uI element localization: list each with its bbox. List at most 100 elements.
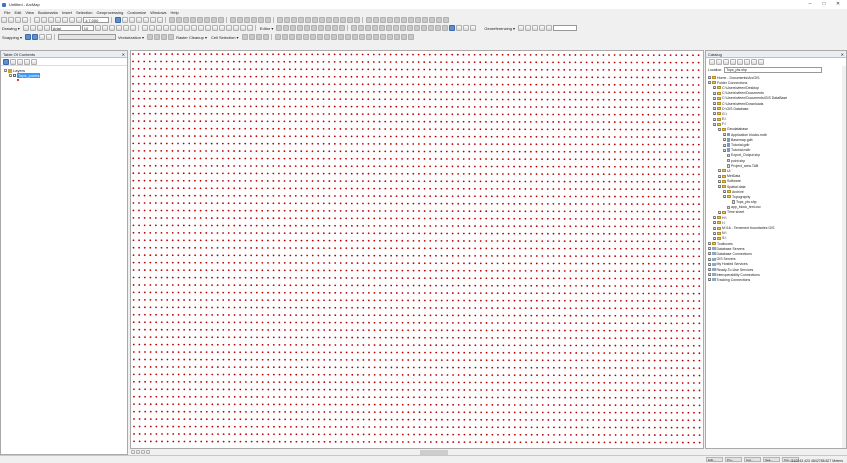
spatial-adjust-icon[interactable]: [316, 34, 323, 40]
advanced-edit-icon[interactable]: [366, 17, 372, 23]
layout-tool-icon[interactable]: [169, 17, 175, 23]
topology-tool-icon[interactable]: [284, 17, 290, 23]
toc-close-icon[interactable]: ✕: [122, 51, 125, 58]
georef-tool-icon[interactable]: [525, 25, 532, 31]
spatial-adjust-icon[interactable]: [295, 34, 302, 40]
georef-tool-icon[interactable]: [463, 25, 470, 31]
edit-tool-icon[interactable]: [265, 17, 271, 23]
map-scale-combo[interactable]: 1:7,000: [83, 17, 109, 23]
spatial-adjust-icon[interactable]: [309, 34, 316, 40]
font-color-icon[interactable]: [115, 25, 122, 31]
raster-cleanup-menu[interactable]: Raster Cleanup ▾: [176, 35, 207, 40]
georef-tool-icon[interactable]: [358, 25, 365, 31]
topology-tool-icon[interactable]: [333, 17, 339, 23]
map-display[interactable]: [130, 50, 704, 449]
edit-tool-icon[interactable]: [297, 25, 304, 31]
select-elements-icon[interactable]: [22, 25, 29, 31]
vectorization-tool-icon[interactable]: [154, 34, 161, 40]
topology-tool-icon[interactable]: [298, 17, 304, 23]
pan-icon[interactable]: [155, 25, 162, 31]
menu-customize[interactable]: Customize: [127, 10, 146, 15]
spatial-adjust-icon[interactable]: [407, 34, 414, 40]
georef-tool-icon[interactable]: [393, 25, 400, 31]
add-data-icon[interactable]: [76, 17, 82, 23]
edit-tool-icon[interactable]: [318, 25, 325, 31]
font-name-combo[interactable]: Arial: [50, 25, 81, 31]
arctoolbox-icon[interactable]: [143, 17, 149, 23]
undo-icon[interactable]: [62, 17, 68, 23]
layout-tool-icon[interactable]: [176, 17, 182, 23]
cell-selection-tool-icon[interactable]: [241, 34, 248, 40]
print-icon[interactable]: [22, 17, 28, 23]
spatial-adjust-icon[interactable]: [379, 34, 386, 40]
georef-tool-icon[interactable]: [421, 25, 428, 31]
rotate-icon[interactable]: [29, 25, 36, 31]
edit-tool-icon[interactable]: [339, 25, 346, 31]
topology-tool-icon[interactable]: [340, 17, 346, 23]
edit-tool-icon[interactable]: [283, 25, 290, 31]
paste-icon[interactable]: [48, 17, 54, 23]
topology-tool-icon[interactable]: [354, 17, 360, 23]
zoom-out-icon[interactable]: [148, 25, 155, 31]
advanced-edit-icon[interactable]: [394, 17, 400, 23]
menu-help[interactable]: Help: [171, 10, 179, 15]
fixed-zoom-in-icon[interactable]: [169, 25, 176, 31]
list-by-selection-icon[interactable]: [24, 58, 30, 65]
advanced-edit-icon[interactable]: [436, 17, 442, 23]
spatial-adjust-icon[interactable]: [351, 34, 358, 40]
vectorization-tool-icon[interactable]: [161, 34, 168, 40]
advanced-edit-icon[interactable]: [422, 17, 428, 23]
georef-tool-icon[interactable]: [428, 25, 435, 31]
vectorization-tool-icon[interactable]: [168, 34, 175, 40]
layout-tool-icon[interactable]: [197, 17, 203, 23]
clear-selection-icon[interactable]: [204, 25, 211, 31]
layout-tool-icon[interactable]: [190, 17, 196, 23]
collapse-icon[interactable]: -: [9, 74, 12, 78]
hyperlink-icon[interactable]: [239, 25, 246, 31]
search-window-icon[interactable]: [136, 17, 142, 23]
advanced-edit-icon[interactable]: [408, 17, 414, 23]
advanced-edit-icon[interactable]: [380, 17, 386, 23]
editor-menu[interactable]: Editor ▾: [260, 26, 274, 31]
point-snapping-icon[interactable]: [25, 34, 32, 40]
edit-tool-icon[interactable]: [258, 17, 264, 23]
back-extent-icon[interactable]: [183, 25, 190, 31]
menu-windows[interactable]: Windows: [150, 10, 166, 15]
text-icon[interactable]: [43, 25, 50, 31]
layout-tool-icon[interactable]: [183, 17, 189, 23]
collapse-icon[interactable]: -: [4, 69, 7, 73]
topology-tool-icon[interactable]: [277, 17, 283, 23]
cell-selection-tool-icon[interactable]: [262, 34, 269, 40]
end-snapping-icon[interactable]: [32, 34, 39, 40]
new-document-icon[interactable]: [1, 17, 7, 23]
italic-icon[interactable]: [101, 25, 108, 31]
menu-insert[interactable]: Insert: [62, 10, 72, 15]
georef-tool-icon[interactable]: [372, 25, 379, 31]
topology-tool-icon[interactable]: [305, 17, 311, 23]
edit-tool-icon[interactable]: [290, 25, 297, 31]
model-builder-icon[interactable]: [157, 17, 163, 23]
select-features-icon[interactable]: [197, 25, 204, 31]
advanced-edit-icon[interactable]: [429, 17, 435, 23]
edit-tool-icon[interactable]: [276, 25, 283, 31]
bold-icon[interactable]: [94, 25, 101, 31]
edit-tool-icon[interactable]: [332, 25, 339, 31]
menu-edit[interactable]: Edit: [14, 10, 21, 15]
raster-layer-combo[interactable]: [58, 34, 117, 40]
fill-color-icon[interactable]: [122, 25, 129, 31]
open-folder-icon[interactable]: [8, 17, 14, 23]
underline-icon[interactable]: [108, 25, 115, 31]
georef-tool-icon[interactable]: [442, 25, 449, 31]
edit-tool-icon[interactable]: [311, 25, 318, 31]
advanced-edit-icon[interactable]: [373, 17, 379, 23]
minimize-button[interactable]: –: [803, 1, 817, 7]
spatial-adjust-icon[interactable]: [302, 34, 309, 40]
go-to-xy-icon[interactable]: [246, 25, 253, 31]
list-by-source-icon[interactable]: [10, 58, 16, 65]
redo-icon[interactable]: [69, 17, 75, 23]
advanced-edit-icon[interactable]: [401, 17, 407, 23]
zoom-in-icon[interactable]: [141, 25, 148, 31]
georef-tool-icon[interactable]: [351, 25, 358, 31]
spatial-adjust-icon[interactable]: [288, 34, 295, 40]
georef-tool-icon[interactable]: [456, 25, 463, 31]
